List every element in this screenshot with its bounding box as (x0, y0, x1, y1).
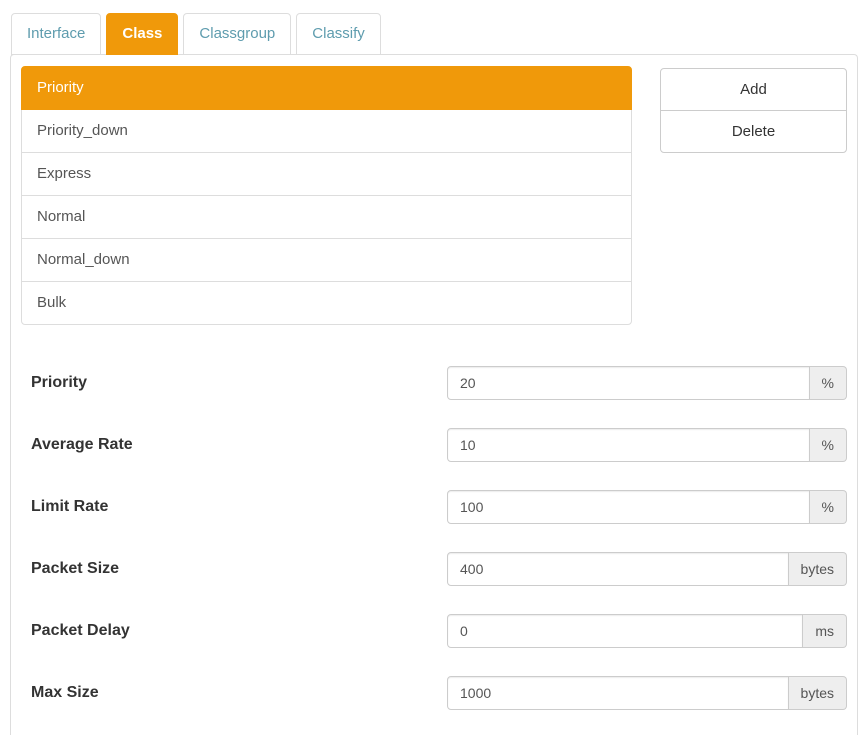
tab-content-panel: Priority Priority_down Express Normal No… (10, 54, 858, 735)
class-list-item-normal-down[interactable]: Normal_down (21, 238, 632, 282)
packet-size-label: Packet Size (21, 560, 447, 578)
class-settings-form: Priority % Average Rate % Limit Rate % P… (21, 366, 847, 710)
class-list-item-bulk[interactable]: Bulk (21, 281, 632, 325)
list-action-buttons: Add Delete (660, 68, 847, 153)
form-row-priority: Priority % (21, 366, 847, 400)
form-row-max-size: Max Size bytes (21, 676, 847, 710)
class-list-item-normal[interactable]: Normal (21, 195, 632, 239)
tab-interface[interactable]: Interface (11, 13, 101, 55)
form-row-limit-rate: Limit Rate % (21, 490, 847, 524)
tab-classgroup[interactable]: Classgroup (183, 13, 291, 55)
class-list-item-priority[interactable]: Priority (21, 66, 632, 110)
tab-classify[interactable]: Classify (296, 13, 381, 55)
packet-delay-unit-suffix: ms (803, 614, 847, 648)
max-size-input-group: bytes (447, 676, 847, 710)
max-size-unit-suffix: bytes (789, 676, 847, 710)
packet-delay-input[interactable] (447, 614, 803, 648)
packet-size-unit-suffix: bytes (789, 552, 847, 586)
average-rate-label: Average Rate (21, 436, 447, 454)
class-list-section: Priority Priority_down Express Normal No… (21, 66, 847, 325)
priority-input-group: % (447, 366, 847, 400)
priority-input[interactable] (447, 366, 810, 400)
limit-rate-input-group: % (447, 490, 847, 524)
form-row-packet-size: Packet Size bytes (21, 552, 847, 586)
form-row-packet-delay: Packet Delay ms (21, 614, 847, 648)
tab-bar: Interface Class Classgroup Classify (11, 13, 858, 54)
average-rate-unit-suffix: % (810, 428, 847, 462)
priority-unit-suffix: % (810, 366, 847, 400)
packet-size-input-group: bytes (447, 552, 847, 586)
packet-size-input[interactable] (447, 552, 789, 586)
max-size-input[interactable] (447, 676, 789, 710)
limit-rate-label: Limit Rate (21, 498, 447, 516)
form-row-average-rate: Average Rate % (21, 428, 847, 462)
add-button[interactable]: Add (660, 68, 847, 111)
packet-delay-input-group: ms (447, 614, 847, 648)
class-list: Priority Priority_down Express Normal No… (21, 66, 632, 325)
average-rate-input[interactable] (447, 428, 810, 462)
limit-rate-input[interactable] (447, 490, 810, 524)
delete-button[interactable]: Delete (660, 110, 847, 153)
packet-delay-label: Packet Delay (21, 622, 447, 640)
class-list-item-priority-down[interactable]: Priority_down (21, 109, 632, 153)
tab-class[interactable]: Class (106, 13, 178, 55)
max-size-label: Max Size (21, 684, 447, 702)
limit-rate-unit-suffix: % (810, 490, 847, 524)
average-rate-input-group: % (447, 428, 847, 462)
priority-label: Priority (21, 374, 447, 392)
class-list-item-express[interactable]: Express (21, 152, 632, 196)
